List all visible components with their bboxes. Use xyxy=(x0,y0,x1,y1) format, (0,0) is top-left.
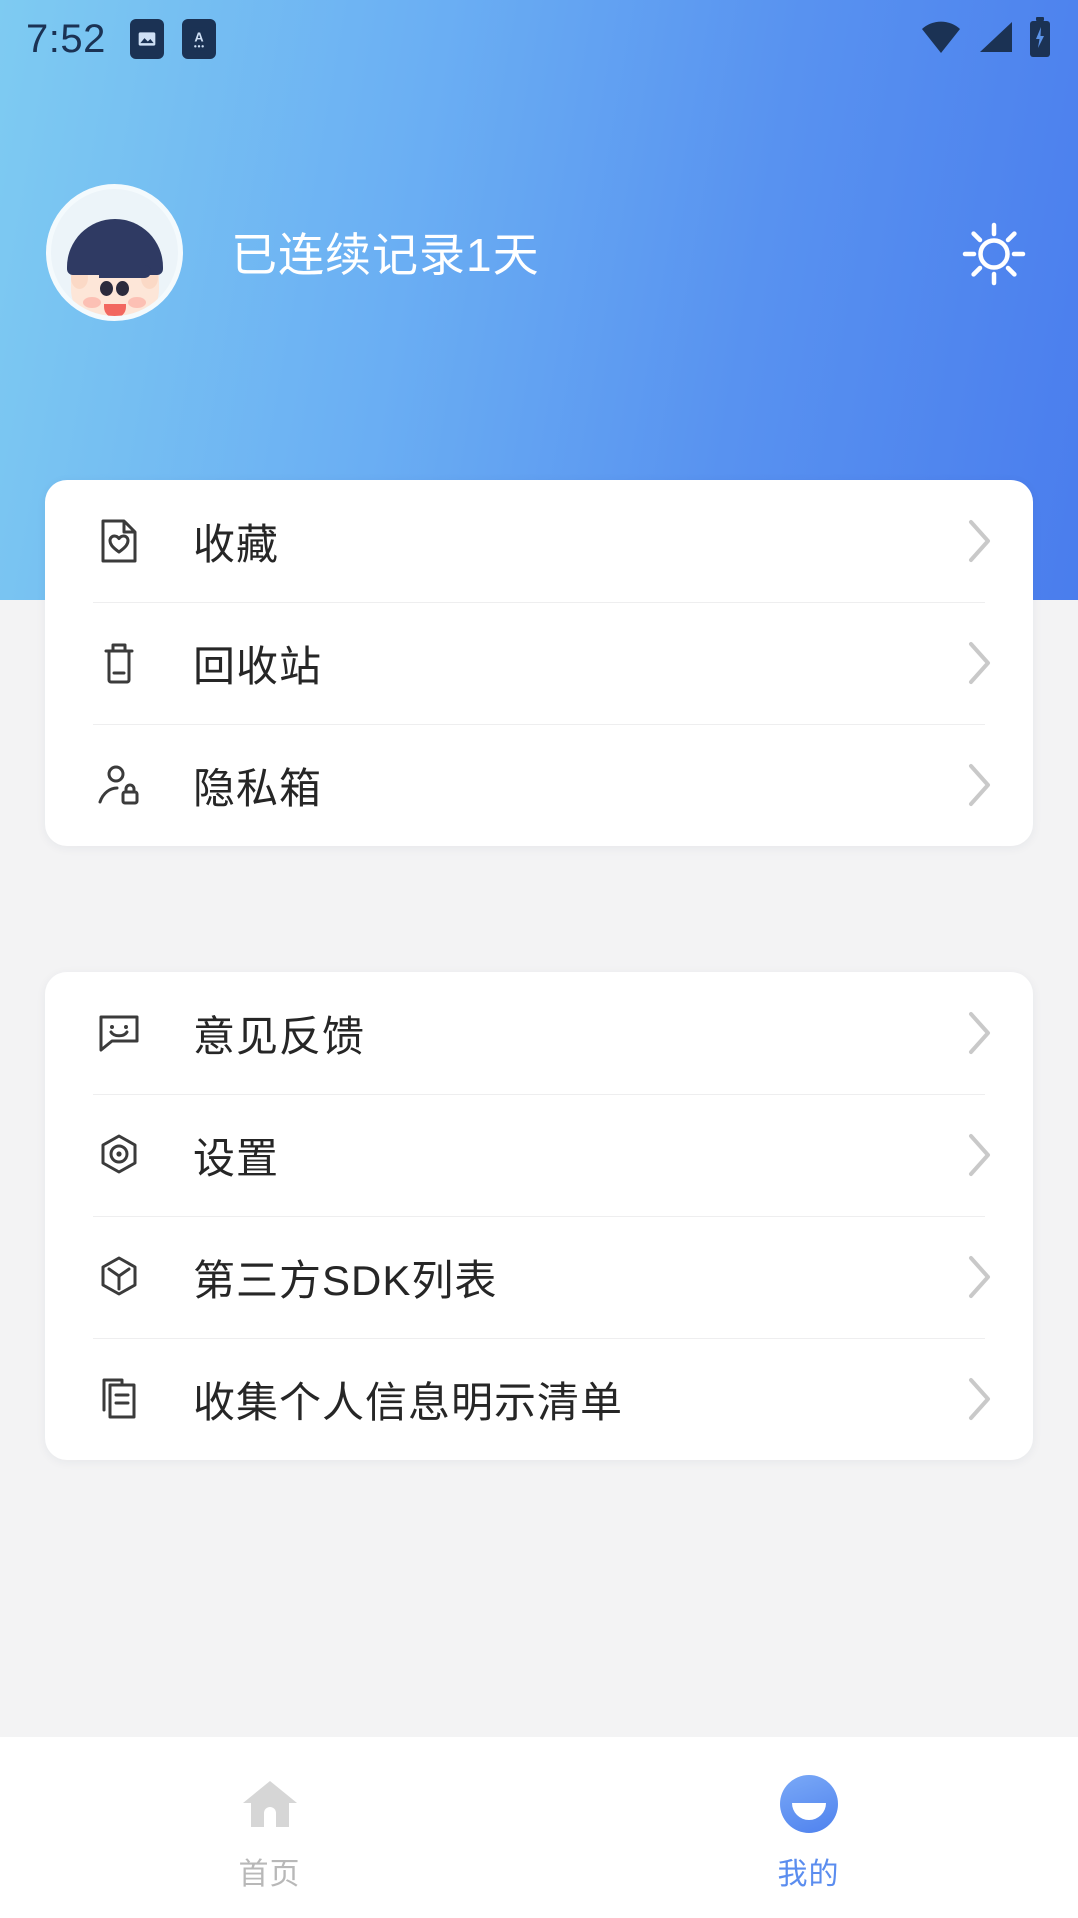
avatar-cheek-left xyxy=(83,296,101,308)
avatar-circle-icon xyxy=(778,1773,840,1835)
menu-item-label: 收藏 xyxy=(193,520,280,568)
avatar-smile-shape xyxy=(791,1802,826,1820)
gallery-icon xyxy=(129,19,164,59)
hex-gear-icon xyxy=(93,1129,145,1181)
brightness-toggle-button[interactable] xyxy=(960,222,1028,290)
chevron-right-icon xyxy=(967,1254,993,1300)
menu-item-favorites[interactable]: 收藏 xyxy=(45,480,1033,602)
menu-item-feedback[interactable]: 意见反馈 xyxy=(45,972,1033,1094)
svg-text:A: A xyxy=(194,30,203,45)
avatar-eye-left xyxy=(100,280,113,296)
menu-item-settings[interactable]: 设置 xyxy=(45,1094,1033,1216)
menu-item-third-party-sdk[interactable]: 第三方SDK列表 xyxy=(45,1216,1033,1338)
trash-icon xyxy=(93,637,145,689)
home-icon xyxy=(239,1773,301,1835)
bottom-navigation-bar: 首页 我的 xyxy=(0,1737,1078,1918)
cube-icon xyxy=(93,1251,145,1303)
tab-mine[interactable]: 我的 xyxy=(539,1737,1078,1918)
cellular-signal-icon xyxy=(976,20,1014,59)
avatar-cap-brim xyxy=(99,264,151,278)
avatar[interactable] xyxy=(46,183,183,321)
menu-item-label: 隐私箱 xyxy=(193,764,323,812)
sun-icon xyxy=(961,221,1027,292)
wifi-icon xyxy=(920,20,962,59)
avatar-cheek-right xyxy=(128,296,146,308)
menu-item-privacy-vault[interactable]: 隐私箱 xyxy=(45,724,1033,846)
document-heart-icon xyxy=(93,515,145,567)
menu-item-label: 意见反馈 xyxy=(193,1012,366,1060)
chevron-right-icon xyxy=(967,1010,993,1056)
battery-charging-icon xyxy=(1028,16,1052,62)
menu-item-label: 回收站 xyxy=(193,642,323,690)
chevron-right-icon xyxy=(967,1132,993,1178)
menu-item-label: 收集个人信息明示清单 xyxy=(193,1378,624,1426)
chevron-right-icon xyxy=(967,518,993,564)
status-bar-notifications: A xyxy=(129,19,216,59)
menu-item-personal-info-list[interactable]: 收集个人信息明示清单 xyxy=(45,1338,1033,1460)
tab-home[interactable]: 首页 xyxy=(0,1737,539,1918)
person-lock-icon xyxy=(93,759,145,811)
app-screen: 7:52 A 已连续记录1天 收藏 回收站 隐私箱 意见反馈 设置 第三方SDK… xyxy=(0,0,1078,1918)
settings-card: 意见反馈 设置 第三方SDK列表 收集个人信息明示清单 xyxy=(45,972,1033,1460)
chevron-right-icon xyxy=(967,1376,993,1422)
account-card: 收藏 回收站 隐私箱 xyxy=(45,480,1033,846)
profile-row: 已连续记录1天 xyxy=(0,182,1078,322)
avatar-eye-right xyxy=(116,280,129,296)
status-bar-system-icons xyxy=(920,16,1052,62)
status-bar: 7:52 A xyxy=(0,0,1078,78)
tab-home-label: 首页 xyxy=(238,1858,301,1891)
menu-item-recycle-bin[interactable]: 回收站 xyxy=(45,602,1033,724)
streak-greeting: 已连续记录1天 xyxy=(231,229,540,281)
status-bar-clock: 7:52 xyxy=(26,17,106,61)
avatar-circle-shape xyxy=(779,1775,838,1833)
menu-item-label: 设置 xyxy=(193,1134,280,1182)
document-copy-icon xyxy=(93,1373,145,1425)
smiley-chat-icon xyxy=(93,1007,145,1059)
chevron-right-icon xyxy=(967,640,993,686)
tab-mine-label: 我的 xyxy=(777,1858,840,1891)
menu-item-label: 第三方SDK列表 xyxy=(193,1256,498,1304)
chevron-right-icon xyxy=(967,762,993,808)
app-a-icon: A xyxy=(181,19,216,59)
